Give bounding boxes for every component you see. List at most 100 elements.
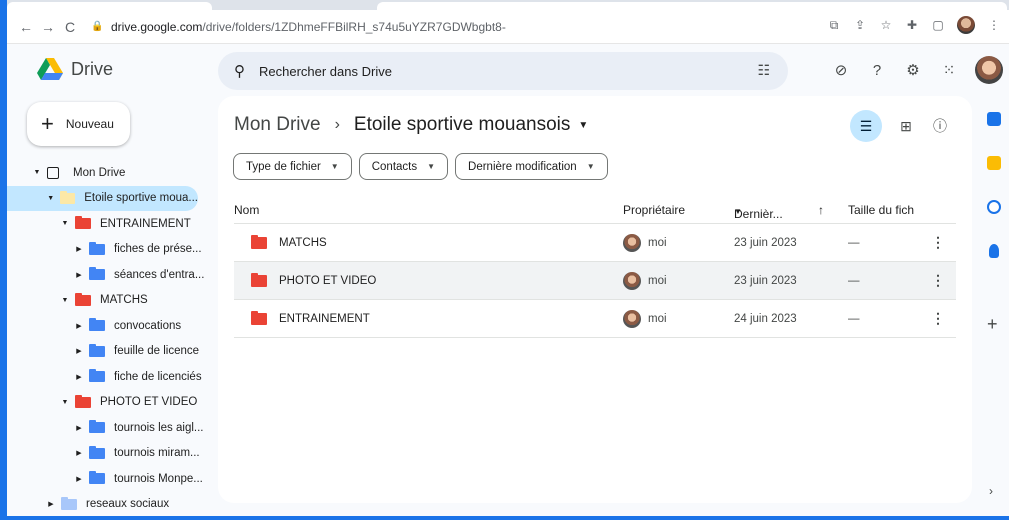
address-bar[interactable]: 🔒 drive.google.com /drive/folders/1ZDhme… [91,15,506,39]
reload-button[interactable]: C [59,16,81,38]
star-icon[interactable]: ☆ [879,18,893,32]
tree-item[interactable]: ▶ convocations [7,313,212,339]
forward-button[interactable]: → [37,16,59,38]
contacts-icon[interactable] [989,244,999,258]
caret-down-icon[interactable]: ▼ [33,169,41,176]
filter-modified[interactable]: Dernière modification ▼ [455,153,608,180]
file-name[interactable]: MATCHS [279,237,327,249]
table-row[interactable]: PHOTO ET VIDEO moi 23 juin 2023 — ⋮ [234,261,956,299]
caret-down-icon[interactable]: ▼ [61,297,69,304]
breadcrumb-root[interactable]: Mon Drive [234,114,321,136]
account-avatar[interactable] [975,56,1003,84]
add-addon-icon[interactable]: + [987,314,998,335]
caret-down-icon[interactable]: ▼ [47,195,54,202]
sort-arrow-icon[interactable]: ↑ [818,203,824,217]
calendar-icon[interactable] [987,112,1001,126]
more-actions-icon[interactable]: ⋮ [931,272,945,289]
file-name[interactable]: ENTRAINEMENT [279,313,370,325]
caret-right-icon[interactable]: ▶ [75,449,83,457]
caret-right-icon[interactable]: ▶ [75,347,83,355]
tree-item[interactable]: ▶ feuille de licence [7,339,212,365]
sidepanel-icon[interactable]: ▢ [931,18,945,32]
app-name: Drive [71,58,114,79]
back-button[interactable]: ← [15,16,37,38]
tree-item[interactable]: ▼ Etoile sportive moua... [7,185,198,211]
folder-icon [89,318,105,332]
my-drive-icon [47,166,59,179]
tree-item[interactable]: ▼ ENTRAINEMENT [7,211,212,237]
caret-down-icon[interactable]: ▼ [61,220,69,227]
tree-item[interactable]: ▼ MATCHS [7,288,212,314]
help-icon[interactable]: ? [867,60,887,80]
tree-item-label: MATCHS [100,294,148,307]
tree-item[interactable]: ▶ fiches de prése... [7,237,212,263]
grid-view-icon[interactable]: ⊞ [896,116,916,136]
info-icon[interactable]: ⓘ [930,116,950,136]
tree-item-label: tournois miram... [114,447,200,460]
more-actions-icon[interactable]: ⋮ [931,234,945,251]
install-icon[interactable]: ⧉ [827,18,841,32]
column-owner[interactable]: Propriétaire [623,203,685,217]
filter-type[interactable]: Type de fichier ▼ [233,153,352,180]
chevron-right-icon[interactable]: › [989,484,993,498]
caret-right-icon[interactable]: ▶ [75,424,83,432]
apps-grid-icon[interactable]: ⁙ [939,60,959,80]
table-row[interactable]: ENTRAINEMENT moi 24 juin 2023 — ⋮ [234,299,956,337]
drive-logo[interactable]: Drive [37,58,113,80]
new-button[interactable]: + Nouveau [27,102,130,146]
folder-icon [89,369,105,383]
breadcrumb-current[interactable]: Etoile sportive mouansois [354,114,571,136]
caret-right-icon[interactable]: ▶ [75,245,83,253]
search-icon[interactable]: ⚲ [234,62,245,80]
caret-down-icon: ▼ [330,162,339,171]
search-options-icon[interactable]: ☷ [757,62,770,79]
caret-down-icon[interactable]: ▼ [578,120,588,131]
header-actions: ⊘ ? ⚙ ⁙ [831,56,1003,84]
tree-item-label: fiches de prése... [114,243,202,256]
folder-icon [60,190,76,204]
modified-date: 23 juin 2023 [734,236,797,249]
tree-item-label: fiche de licenciés [114,370,202,383]
owner-cell: moi [623,309,667,328]
tree-item[interactable]: ▶ tournois miram... [7,441,212,467]
tree-item[interactable]: ▶ tournois Monpe... [7,466,212,492]
table-row[interactable]: MATCHS moi 23 juin 2023 — ⋮ [234,223,956,261]
list-view-icon[interactable]: ☰ [850,110,882,142]
settings-icon[interactable]: ⚙ [903,60,923,80]
search-placeholder: Rechercher dans Drive [259,63,392,79]
folder-icon [75,292,91,306]
caret-right-icon[interactable]: ▶ [47,500,55,508]
keep-icon[interactable] [987,156,1001,170]
caret-right-icon[interactable]: ▶ [75,322,83,330]
filter-contacts[interactable]: Contacts ▼ [358,153,449,180]
offline-status-icon[interactable]: ⊘ [831,60,851,80]
caret-down-icon[interactable]: ▼ [61,399,69,406]
tree-item-label: reseaux sociaux [86,498,170,511]
tasks-icon[interactable] [987,200,1001,214]
profile-avatar[interactable] [957,16,975,34]
tree-item[interactable]: ▶ reseaux sociaux [7,492,212,518]
tree-item-label: tournois Monpe... [114,472,203,485]
column-size[interactable]: Taille du fich [848,203,914,217]
tree-item-label: séances d'entra... [114,268,205,281]
tree-item[interactable]: ▶ tournois les aigl... [7,415,212,441]
search-input[interactable]: ⚲ Rechercher dans Drive ☷ [218,52,788,90]
file-name[interactable]: PHOTO ET VIDEO [279,275,376,287]
tree-item[interactable]: ▶ séances d'entra... [7,262,212,288]
tab[interactable] [377,2,1007,10]
caret-right-icon[interactable]: ▶ [75,373,83,381]
caret-right-icon[interactable]: ▶ [75,475,83,483]
share-icon[interactable]: ⇪ [853,18,867,32]
column-name[interactable]: Nom [234,203,259,217]
tree-item[interactable]: ▶ fiche de licenciés [7,364,212,390]
tree-item[interactable]: ▼ PHOTO ET VIDEO [7,390,212,416]
caret-right-icon[interactable]: ▶ [75,271,83,279]
tab[interactable] [7,2,212,10]
lock-icon: 🔒 [91,21,104,32]
filter-label: Contacts [371,160,418,173]
more-actions-icon[interactable]: ⋮ [931,310,945,327]
tree-item[interactable]: ▼ Mon Drive [7,160,212,186]
file-size: — [848,274,860,287]
menu-icon[interactable]: ⋮ [987,18,1001,32]
extensions-icon[interactable]: ✚ [905,18,919,32]
